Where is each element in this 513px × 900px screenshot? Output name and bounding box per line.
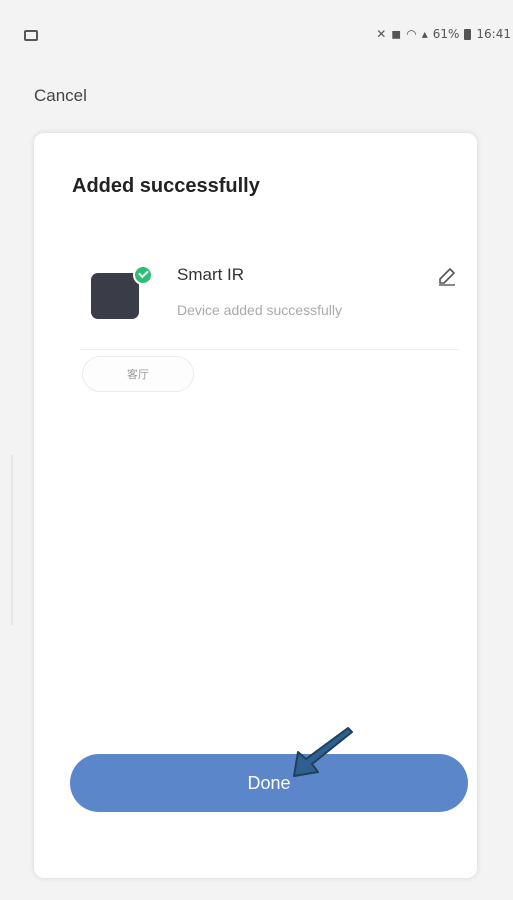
battery-icon bbox=[464, 28, 472, 40]
mute-icon: ✕ bbox=[376, 27, 387, 41]
annotation-arrow-icon bbox=[293, 727, 353, 777]
edit-pencil-icon[interactable] bbox=[436, 265, 458, 287]
battery-percent: 61% bbox=[432, 27, 460, 41]
room-chip[interactable]: 客厅 bbox=[82, 356, 194, 392]
wifi-icon: ◠ bbox=[406, 27, 417, 41]
page-title: Added successfully bbox=[72, 175, 260, 197]
signal-icon: ▴ bbox=[421, 27, 428, 41]
status-bar: ✕ ◼ ◠ ▴ 61% 16:41 bbox=[0, 0, 513, 60]
alarm-icon: ◼ bbox=[391, 27, 402, 41]
check-icon bbox=[133, 265, 153, 285]
cancel-button[interactable]: Cancel bbox=[34, 86, 87, 106]
done-button[interactable]: Done bbox=[70, 754, 468, 812]
image-icon bbox=[24, 30, 38, 41]
device-icon-wrap bbox=[91, 265, 153, 321]
clock: 16:41 bbox=[476, 27, 511, 41]
device-status: Device added successfully bbox=[177, 302, 342, 318]
status-icons: ✕ ◼ ◠ ▴ 61% 16:41 bbox=[376, 27, 511, 41]
smart-ir-device-icon bbox=[91, 273, 139, 319]
divider bbox=[80, 349, 460, 350]
device-row[interactable]: Smart IR Device added successfully bbox=[34, 251, 477, 347]
scroll-edge bbox=[11, 455, 13, 625]
device-name: Smart IR bbox=[177, 265, 245, 284]
result-card: Added successfully Smart IR Device added… bbox=[34, 133, 477, 878]
app-screen: ✕ ◼ ◠ ▴ 61% 16:41 Cancel Added successfu… bbox=[0, 0, 513, 900]
